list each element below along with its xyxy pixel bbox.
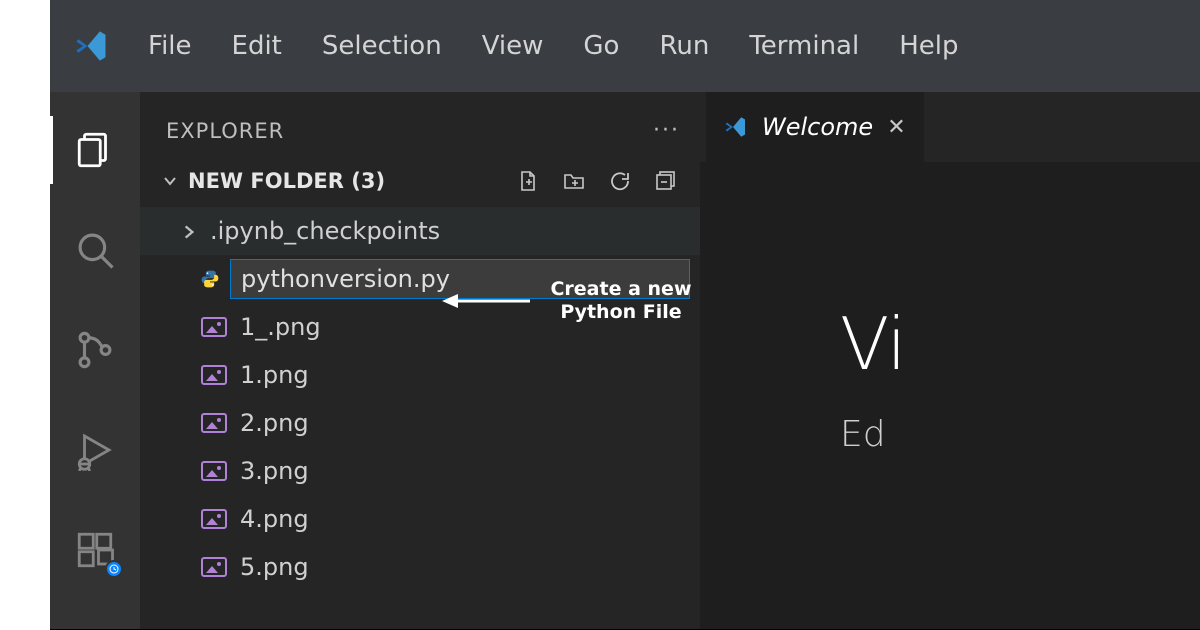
vscode-logo-icon <box>724 115 748 139</box>
editor-group: Welcome ✕ Vi Ed <box>700 92 1200 629</box>
image-file-icon <box>200 413 228 433</box>
tree-file-row[interactable]: 5.png <box>140 543 700 591</box>
activity-source-control-icon[interactable] <box>71 326 119 374</box>
image-file-icon <box>200 365 228 385</box>
explorer-sidebar: EXPLORER ··· NEW FOLDER (3) .i <box>140 92 700 629</box>
chevron-right-icon <box>180 223 198 241</box>
explorer-title: EXPLORER <box>166 119 284 143</box>
welcome-heading: Vi <box>840 302 1200 386</box>
activity-explorer-icon[interactable] <box>71 126 119 174</box>
editor-tab-label: Welcome <box>762 113 873 141</box>
editor-tab-bar: Welcome ✕ <box>700 92 1200 162</box>
tree-file-label: 1_.png <box>240 314 321 340</box>
menu-help[interactable]: Help <box>897 25 960 67</box>
collapse-all-icon[interactable] <box>654 169 678 193</box>
explorer-title-row: EXPLORER ··· <box>140 92 700 161</box>
file-tree: .ipynb_checkpoints 1_.png 1.png <box>140 203 700 591</box>
welcome-page: Vi Ed <box>700 162 1200 455</box>
explorer-more-icon[interactable]: ··· <box>653 118 680 143</box>
root-folder-label: NEW FOLDER (3) <box>188 169 385 193</box>
image-file-icon <box>200 317 228 337</box>
tree-folder-label: .ipynb_checkpoints <box>210 218 440 244</box>
root-folder-header[interactable]: NEW FOLDER (3) <box>140 161 700 203</box>
tree-folder-row[interactable]: .ipynb_checkpoints <box>140 207 700 255</box>
menu-run[interactable]: Run <box>657 25 711 67</box>
workbench-body: EXPLORER ··· NEW FOLDER (3) .i <box>50 92 1200 629</box>
close-icon[interactable]: ✕ <box>887 115 905 140</box>
tree-file-label: 5.png <box>240 554 309 580</box>
tree-file-row[interactable]: 3.png <box>140 447 700 495</box>
menu-go[interactable]: Go <box>581 25 621 67</box>
new-file-name-input[interactable] <box>230 259 690 299</box>
clock-badge-icon <box>105 560 123 578</box>
tree-file-label: 3.png <box>240 458 309 484</box>
image-file-icon <box>200 509 228 529</box>
vscode-window: File Edit Selection View Go Run Terminal… <box>50 0 1200 630</box>
activity-search-icon[interactable] <box>71 226 119 274</box>
menu-view[interactable]: View <box>480 25 546 67</box>
editor-tab-welcome[interactable]: Welcome ✕ <box>706 92 925 162</box>
welcome-subheading: Ed <box>840 414 1200 455</box>
menu-bar: File Edit Selection View Go Run Terminal… <box>50 0 1200 92</box>
vscode-logo-icon <box>74 28 110 64</box>
menu-edit[interactable]: Edit <box>230 25 284 67</box>
image-file-icon <box>200 557 228 577</box>
chevron-down-icon <box>162 173 178 189</box>
explorer-folder-actions <box>516 169 678 193</box>
tree-file-row[interactable]: 2.png <box>140 399 700 447</box>
activity-extensions-icon[interactable] <box>71 526 119 574</box>
image-file-icon <box>200 461 228 481</box>
new-file-icon[interactable] <box>516 169 540 193</box>
tree-file-label: 4.png <box>240 506 309 532</box>
menu-selection[interactable]: Selection <box>320 25 444 67</box>
tree-file-label: 2.png <box>240 410 309 436</box>
tree-file-row[interactable]: 1_.png <box>140 303 700 351</box>
tree-file-label: 1.png <box>240 362 309 388</box>
refresh-icon[interactable] <box>608 169 632 193</box>
tree-file-row[interactable]: 4.png <box>140 495 700 543</box>
new-folder-icon[interactable] <box>562 169 586 193</box>
menu-file[interactable]: File <box>146 25 194 67</box>
activity-run-debug-icon[interactable] <box>71 426 119 474</box>
python-file-icon <box>200 269 220 289</box>
tree-new-file-row <box>140 255 700 303</box>
activity-bar <box>50 92 140 629</box>
tree-file-row[interactable]: 1.png <box>140 351 700 399</box>
menu-terminal[interactable]: Terminal <box>747 25 861 67</box>
